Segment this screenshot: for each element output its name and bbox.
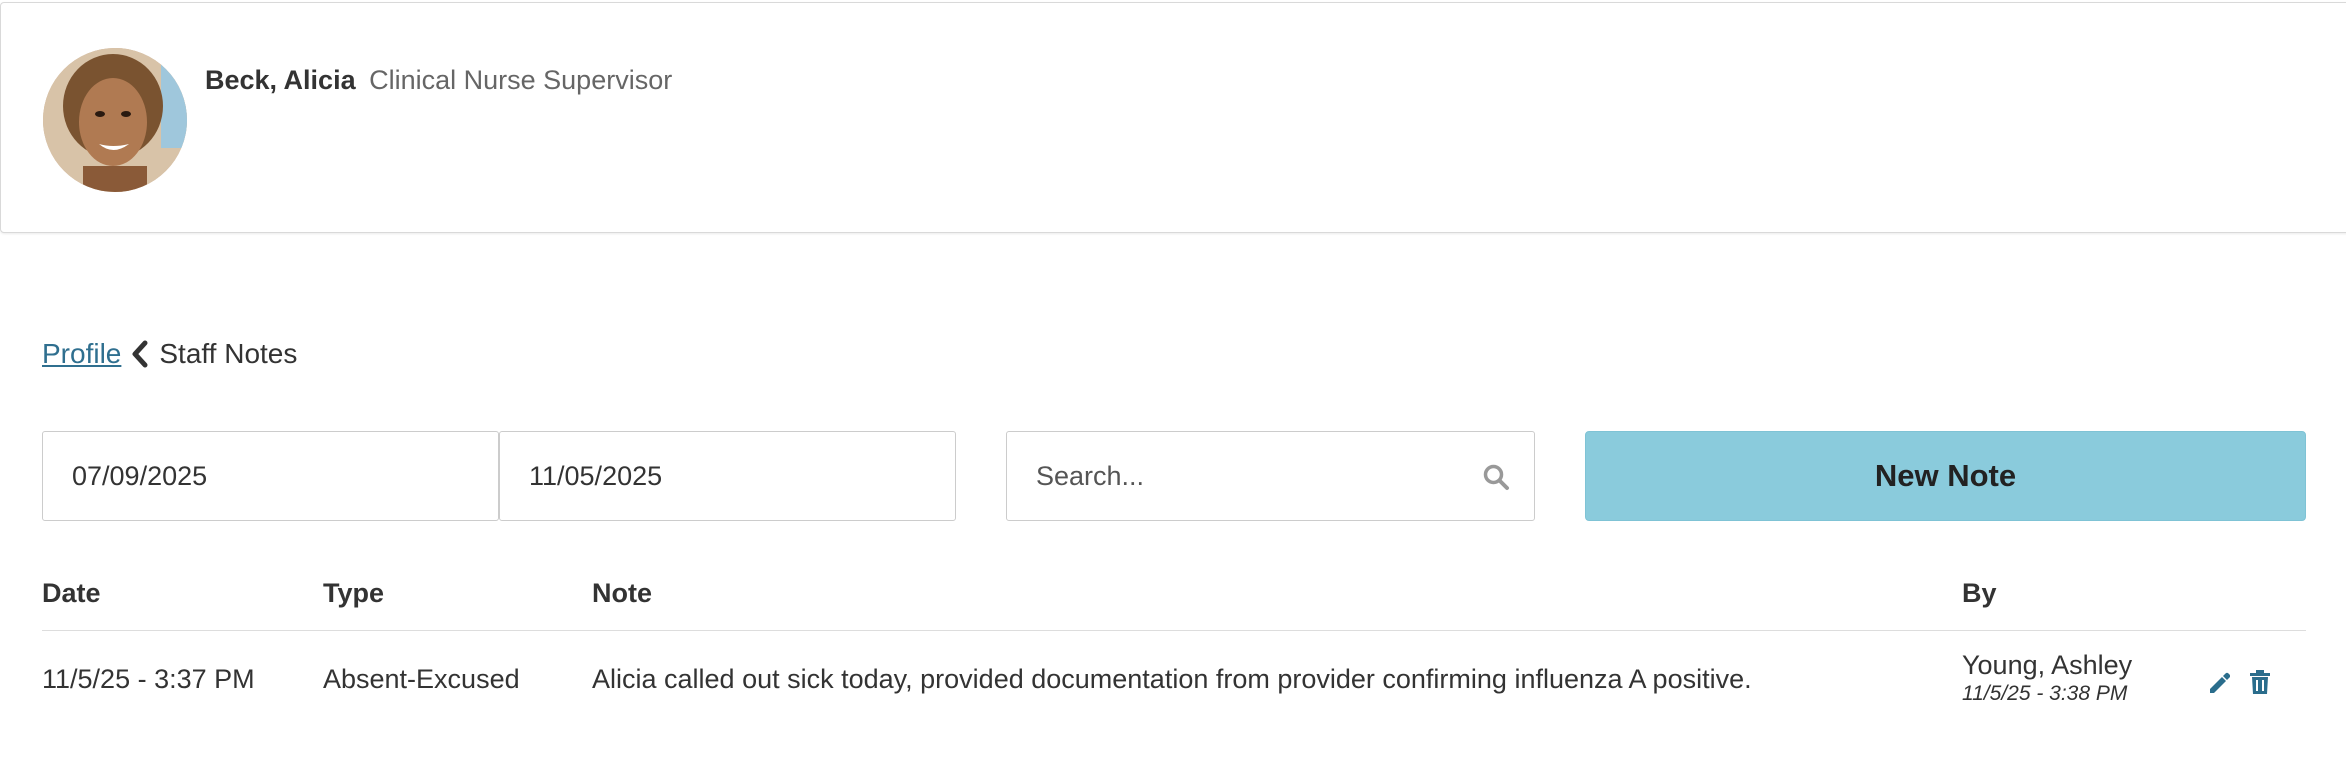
row-type: Absent-Excused bbox=[323, 664, 520, 694]
date-from-value: 07/09/2025 bbox=[72, 460, 208, 491]
date-to-value: 11/05/2025 bbox=[529, 460, 663, 491]
new-note-button[interactable]: New Note bbox=[1585, 431, 2306, 521]
date-to-input[interactable]: 11/05/2025 bbox=[499, 431, 956, 521]
avatar-photo bbox=[43, 48, 187, 192]
chevron-left-icon bbox=[132, 340, 148, 368]
notes-table: Date Type Note By 11/5/25 - 3:37 PM Abse… bbox=[42, 566, 2306, 727]
search-placeholder: Search... bbox=[1036, 460, 1145, 491]
row-by-name: Young, Ashley bbox=[1962, 650, 2133, 680]
staff-name-line: Beck, Alicia Clinical Nurse Supervisor bbox=[205, 63, 672, 97]
date-from-input[interactable]: 07/09/2025 bbox=[42, 431, 499, 521]
staff-header-card: Beck, Alicia Clinical Nurse Supervisor bbox=[0, 2, 2346, 233]
row-date: 11/5/25 - 3:37 PM bbox=[42, 664, 255, 694]
breadcrumb-profile-link[interactable]: Profile bbox=[42, 336, 121, 372]
staff-title: Clinical Nurse Supervisor bbox=[369, 65, 673, 95]
trash-icon[interactable] bbox=[2248, 669, 2272, 695]
table-header: Date Type Note By bbox=[42, 566, 2306, 631]
breadcrumb: Profile Staff Notes bbox=[42, 336, 297, 372]
row-by-time: 11/5/25 - 3:38 PM bbox=[1962, 682, 2128, 705]
staff-notes-page: Beck, Alicia Clinical Nurse Supervisor P… bbox=[0, 0, 2346, 768]
header-by[interactable]: By bbox=[1962, 578, 1997, 609]
staff-name: Beck, Alicia bbox=[205, 65, 356, 95]
row-actions bbox=[2206, 669, 2272, 695]
header-note[interactable]: Note bbox=[592, 578, 652, 609]
header-date[interactable]: Date bbox=[42, 578, 101, 609]
header-type[interactable]: Type bbox=[323, 578, 384, 609]
search-icon bbox=[1483, 464, 1509, 490]
row-by: Young, Ashley 11/5/25 - 3:38 PM bbox=[1962, 649, 2132, 707]
table-row: 11/5/25 - 3:37 PM Absent-Excused Alicia … bbox=[42, 631, 2306, 727]
pencil-icon[interactable] bbox=[2206, 669, 2230, 695]
search-input[interactable]: Search... bbox=[1006, 431, 1535, 521]
avatar bbox=[43, 48, 187, 192]
breadcrumb-current: Staff Notes bbox=[159, 338, 298, 369]
row-note: Alicia called out sick today, provided d… bbox=[592, 664, 1752, 694]
